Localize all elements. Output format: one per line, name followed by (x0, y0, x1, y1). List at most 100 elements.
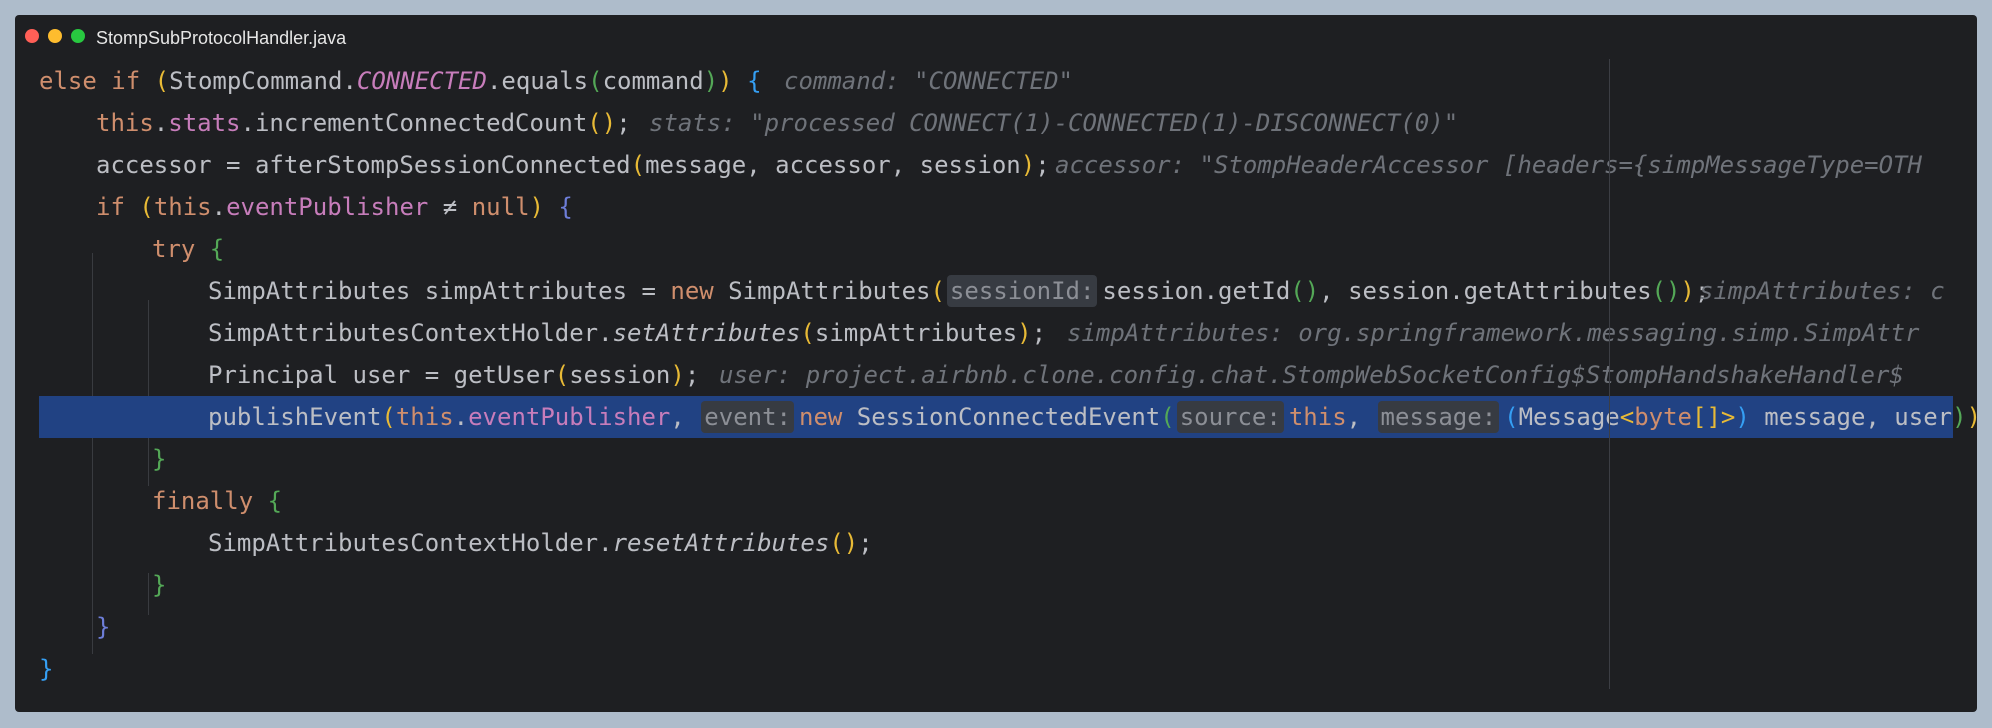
declaration: Principal user = getUser (208, 361, 555, 389)
paren: ) (670, 361, 685, 389)
paren: ) (1952, 403, 1967, 431)
code-line[interactable]: if (this.eventPublisher ≠ null) { (15, 186, 1977, 228)
right-margin-guide (1609, 59, 1610, 689)
brace: } (152, 445, 167, 473)
argument: simpAttributes (814, 319, 1018, 347)
method-call: session.getAttributes (1348, 277, 1652, 305)
paren: () (587, 109, 617, 137)
paren: ( (630, 151, 646, 179)
paren: () (1651, 277, 1681, 305)
arguments: message, accessor, session (645, 151, 1021, 179)
class-ref: SimpAttributesContextHolder. (208, 319, 613, 347)
zoom-window-button[interactable] (71, 29, 85, 43)
paren: ) (718, 67, 733, 95)
debug-value-hint: accessor: "StompHeaderAccessor [headers=… (1055, 151, 1922, 179)
semicolon: ; (1031, 319, 1047, 347)
code-line[interactable]: SimpAttributesContextHolder.resetAttribu… (15, 522, 1977, 564)
minimize-window-button[interactable] (48, 29, 62, 43)
paren: ( (554, 361, 570, 389)
paren: ) (1017, 319, 1032, 347)
brace: } (39, 655, 54, 683)
paren: ) (1680, 277, 1695, 305)
code-line[interactable]: } (15, 438, 1977, 480)
constructor: SessionConnectedEvent (856, 403, 1161, 431)
keyword-finally: finally (152, 487, 268, 515)
semicolon: ; (616, 109, 631, 137)
keyword-this: this (395, 403, 454, 431)
keyword-new: new (799, 403, 857, 431)
type-ref: Message (1518, 403, 1620, 431)
paren: ( (154, 67, 170, 95)
keyword-if: if (111, 67, 155, 95)
debug-value-hint: user: project.airbnb.clone.config.chat.S… (719, 361, 1904, 389)
brace: { (267, 487, 283, 515)
static-method-call: resetAttributes (612, 529, 830, 557)
code-line[interactable]: } (15, 564, 1977, 606)
paren: ( (1160, 403, 1175, 431)
method-call: .incrementConnectedCount (240, 109, 588, 137)
argument: command (602, 67, 704, 95)
code-line[interactable]: Principal user = getUser(session); user:… (15, 354, 1977, 396)
declaration: SimpAttributes simpAttributes = (208, 277, 671, 305)
code-line[interactable]: finally { (15, 480, 1977, 522)
keyword-try: try (152, 235, 210, 263)
code-line[interactable]: else if (StompCommand.CONNECTED.equals(c… (15, 60, 1977, 102)
code-editor[interactable]: else if (StompCommand.CONNECTED.equals(c… (15, 58, 1977, 712)
static-method-call: setAttributes (612, 319, 801, 347)
angle-bracket: < (1619, 403, 1635, 431)
paren: ( (1504, 403, 1519, 431)
keyword-null: null (471, 193, 530, 221)
window-title: StompSubProtocolHandler.java (96, 28, 347, 48)
not-equal-operator: ≠ (428, 193, 472, 221)
parameter-name-hint: sessionId: (946, 275, 1098, 307)
paren: ) (1967, 403, 1977, 431)
brace: { (558, 193, 573, 221)
code-line[interactable]: SimpAttributesContextHolder.setAttribute… (15, 312, 1977, 354)
brace: { (747, 67, 762, 95)
enum-constant: CONNECTED (356, 67, 487, 95)
assignment: accessor = afterStompSessionConnected (96, 151, 631, 179)
current-execution-line[interactable]: publishEvent ( this.eventPublisher, event:… (15, 396, 1977, 438)
code-line[interactable]: } (15, 648, 1977, 690)
dot: . (153, 109, 169, 137)
paren: ) (529, 193, 544, 221)
paren: ( (588, 67, 603, 95)
field-ref: eventPublisher (468, 403, 671, 431)
dot: . (211, 193, 227, 221)
debug-value-hint: stats: "processed CONNECT(1)-CONNECTED(1… (649, 109, 1459, 137)
keyword-if: if (96, 193, 140, 221)
code-line[interactable]: SimpAttributes simpAttributes = new Simp… (15, 270, 1977, 312)
comma: , (670, 403, 685, 431)
array-brackets: [] (1692, 403, 1721, 431)
keyword-this: this (96, 109, 154, 137)
close-window-button[interactable] (25, 29, 39, 43)
paren: ) (1735, 403, 1750, 431)
title-bar: StompSubProtocolHandler.java (15, 15, 1977, 59)
paren: () (829, 529, 859, 557)
code-line[interactable]: accessor = afterStompSessionConnected(me… (15, 144, 1977, 186)
keyword-new: new (670, 277, 729, 305)
arguments: message, user (1749, 403, 1953, 431)
method-call: session.getId (1102, 277, 1291, 305)
dot: . (453, 403, 469, 431)
brace: } (96, 613, 111, 641)
code-line[interactable]: this.stats.incrementConnectedCount(); st… (15, 102, 1977, 144)
brace: { (209, 235, 225, 263)
parameter-name-hint: message: (1377, 401, 1500, 433)
parameter-name-hint: event: (701, 401, 794, 433)
paren: ) (703, 67, 719, 95)
argument: session (569, 361, 671, 389)
paren: () (1290, 277, 1320, 305)
code-line[interactable]: try { (15, 228, 1977, 270)
method-call: publishEvent (208, 403, 382, 431)
semicolon: ; (858, 529, 873, 557)
comma: , (1346, 403, 1362, 431)
field-ref: eventPublisher (226, 193, 429, 221)
keyword-this: this (1288, 403, 1347, 431)
code-line[interactable]: } (15, 606, 1977, 648)
debug-value-hint: simpAttributes: org.springframework.mess… (1067, 319, 1920, 347)
comma: , (1319, 277, 1349, 305)
debug-value-hint: simpAttributes: c (1699, 277, 1945, 305)
keyword-else: else (39, 67, 112, 95)
